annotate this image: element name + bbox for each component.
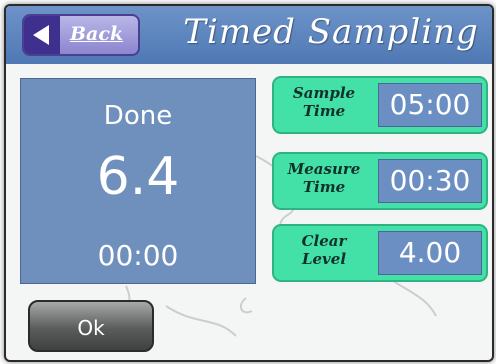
param-label-line2: Time	[302, 178, 346, 196]
ok-button[interactable]: Ok	[28, 300, 154, 352]
reading-panel: Done 6.4 00:00	[20, 78, 256, 284]
sample-time-value: 05:00	[378, 83, 482, 127]
measure-time-value: 00:30	[378, 159, 482, 203]
param-label-line2: Level	[301, 250, 347, 268]
reading-value: 6.4	[96, 147, 180, 207]
param-label: Sample Time	[278, 84, 370, 120]
status-state: Done	[103, 101, 173, 131]
remaining-time: 00:00	[97, 239, 179, 272]
timed-sampling-screen: Back Timed Sampling Done 6.4 00:00 Sampl…	[4, 4, 494, 362]
ok-button-label: Ok	[77, 316, 105, 340]
back-button[interactable]: Back	[22, 14, 140, 56]
clear-level-value: 4.00	[378, 231, 482, 275]
left-arrow-icon	[24, 16, 60, 54]
title-bar: Back Timed Sampling	[6, 6, 492, 64]
param-label: Clear Level	[278, 232, 370, 268]
back-button-label: Back	[70, 23, 124, 45]
clear-level-button[interactable]: Clear Level 4.00	[272, 224, 488, 282]
param-label-line1: Sample	[292, 84, 356, 102]
param-label-line2: Time	[302, 102, 346, 120]
sample-time-button[interactable]: Sample Time 05:00	[272, 76, 488, 134]
param-label: Measure Time	[278, 160, 370, 196]
param-label-line1: Clear	[301, 232, 347, 250]
measure-time-button[interactable]: Measure Time 00:30	[272, 152, 488, 210]
param-label-line1: Measure	[287, 160, 361, 178]
page-title: Timed Sampling	[183, 12, 479, 52]
